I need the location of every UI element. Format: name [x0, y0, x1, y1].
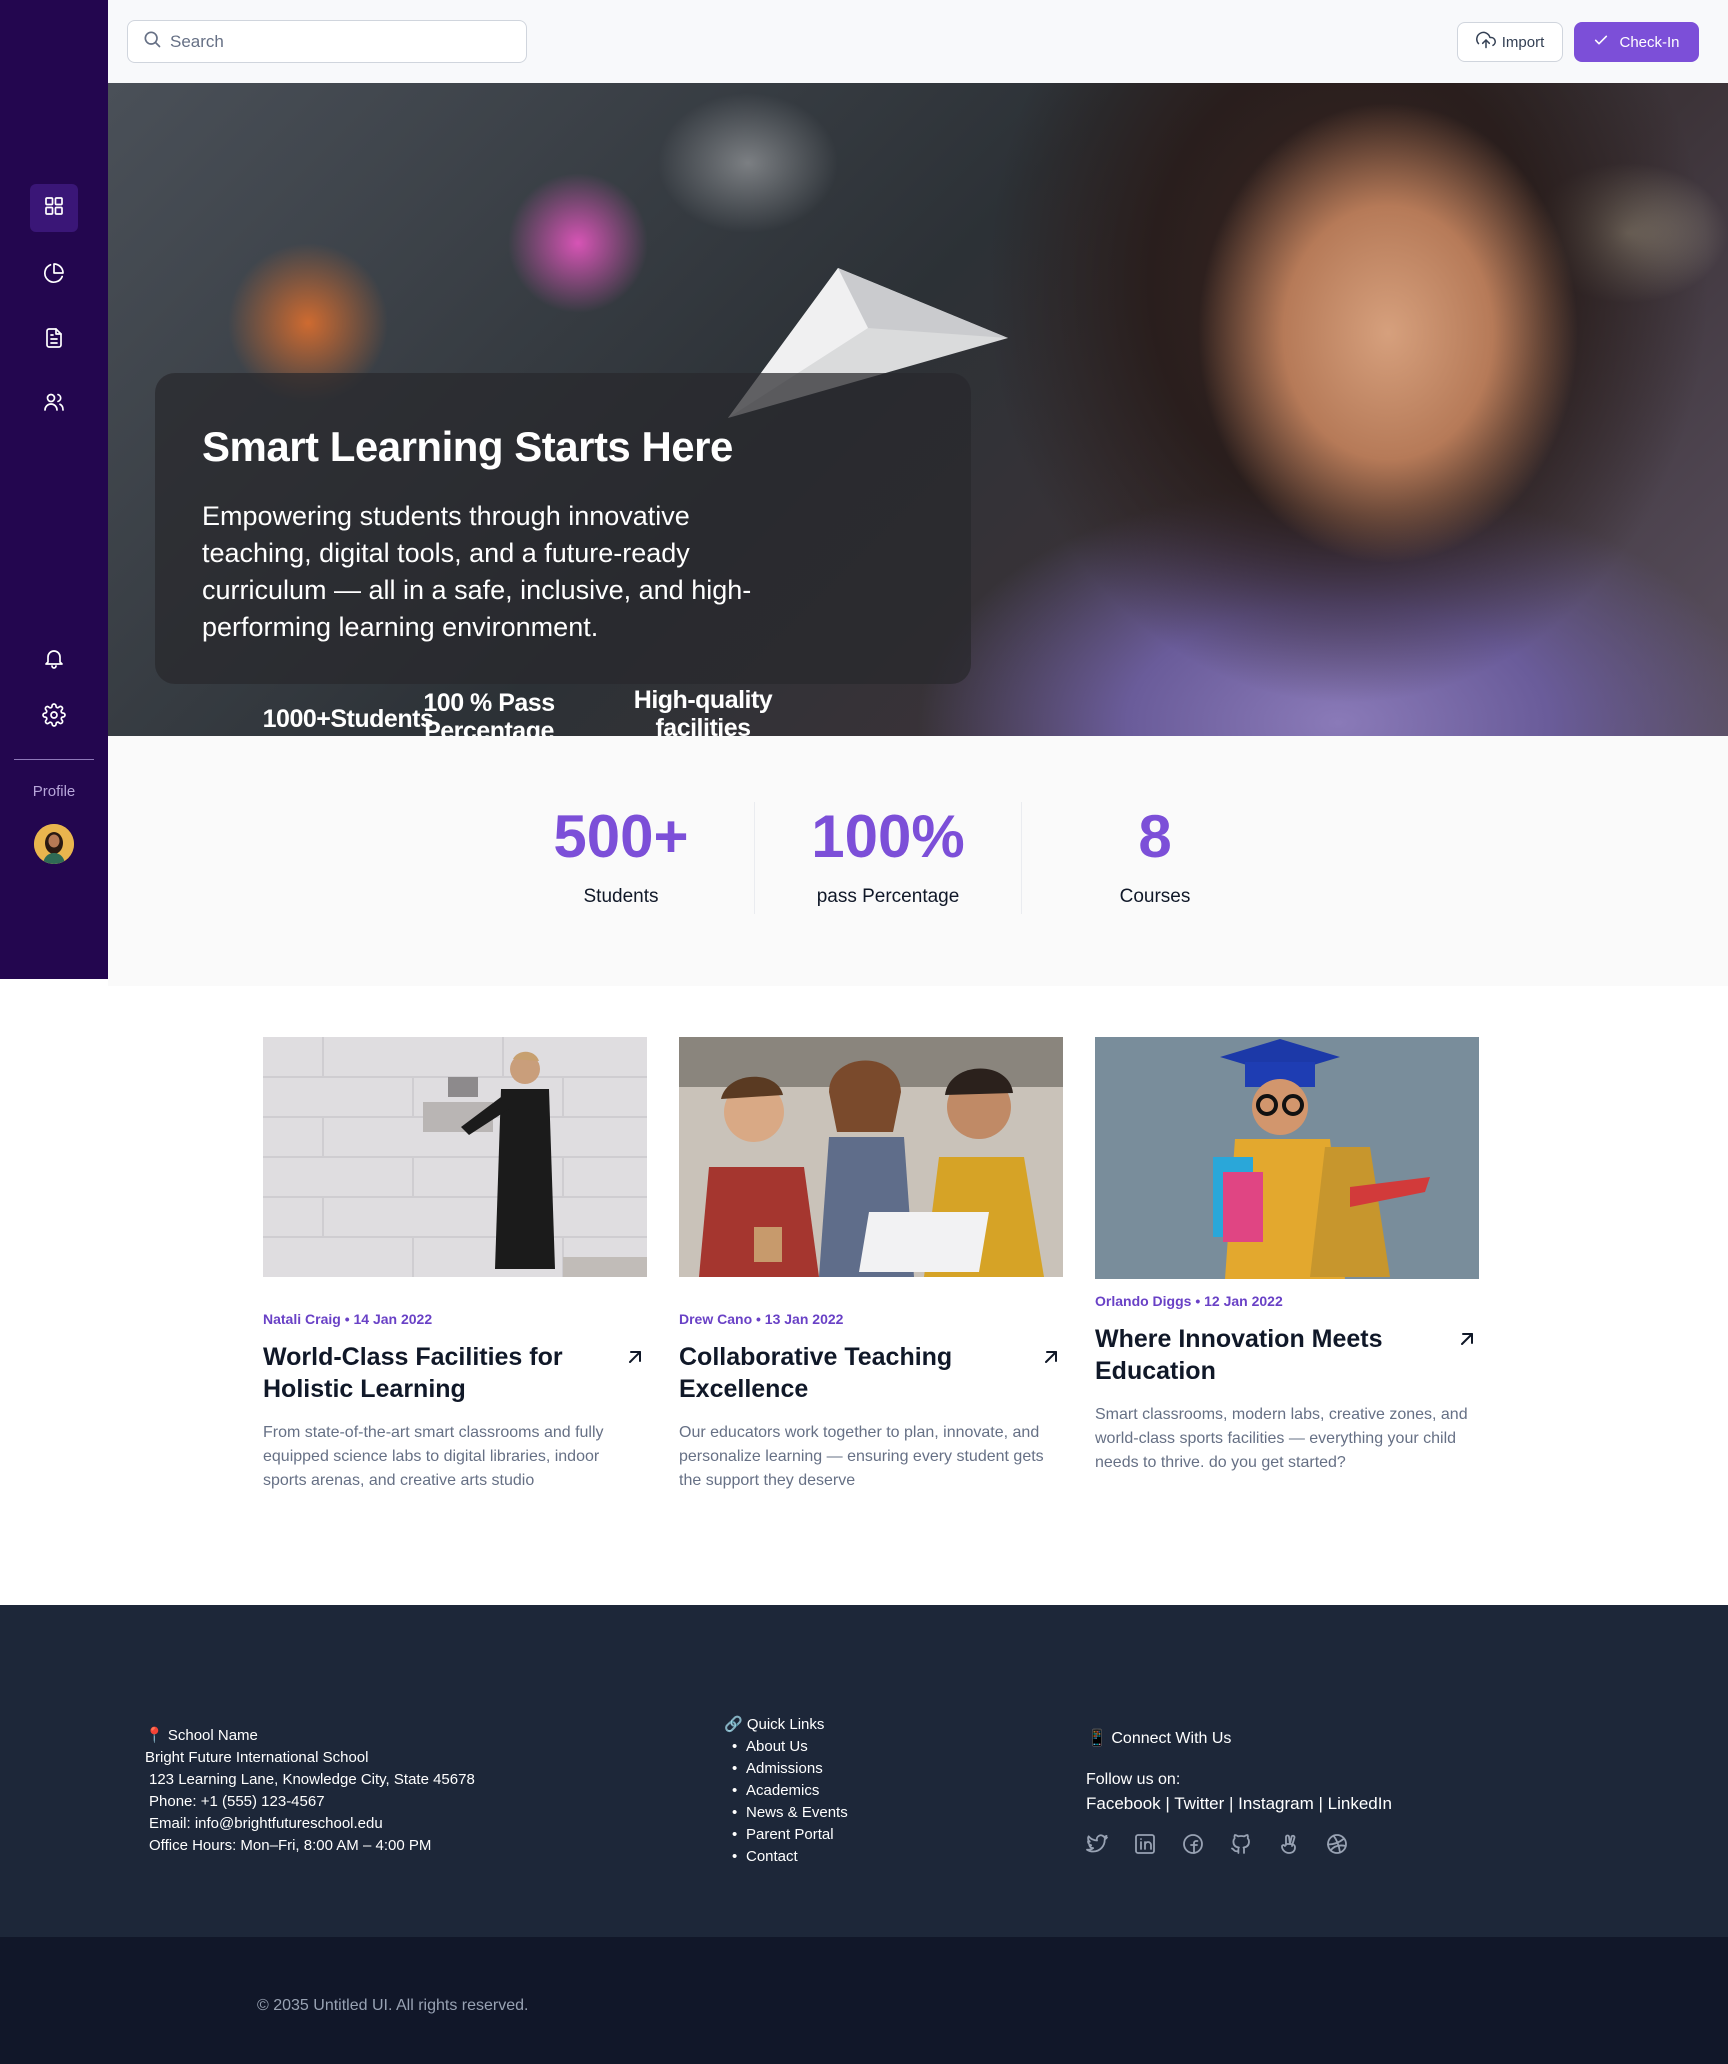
document-icon — [42, 326, 66, 355]
hero-stat-pass: 100 % Pass Percentage — [423, 689, 555, 736]
angellist-icon[interactable] — [1277, 1832, 1301, 1856]
school-hours: Office Hours: Mon–Fri, 8:00 AM – 4:00 PM — [149, 1837, 432, 1854]
hero-card: Smart Learning Starts Here Empowering st… — [155, 373, 971, 684]
search-icon — [142, 29, 162, 54]
copyright-text: © 2035 Untitled UI. All rights reserved. — [257, 1997, 529, 2014]
card-description: Our educators work together to plan, inn… — [679, 1424, 1044, 1489]
facebook-icon[interactable] — [1181, 1832, 1205, 1856]
twitter-icon[interactable] — [1085, 1832, 1109, 1856]
school-heading: 📍 School Name — [145, 1727, 258, 1744]
sidebar: Profile — [0, 0, 108, 979]
github-icon[interactable] — [1229, 1832, 1253, 1856]
nav-reports[interactable] — [30, 251, 78, 299]
pie-chart-icon — [42, 261, 66, 290]
footer-school-info: 📍 School Name Bright Future Internationa… — [145, 1725, 475, 1857]
avatar[interactable] — [34, 824, 74, 864]
nav-users[interactable] — [30, 380, 78, 428]
hero-banner: Smart Learning Starts Here Empowering st… — [108, 83, 1728, 736]
hero-stat-students: 1000+Students — [262, 705, 434, 733]
card-title: Collaborative Teaching Excellence — [679, 1343, 953, 1403]
card-image-teaching — [679, 1037, 1063, 1277]
link-admissions[interactable]: Admissions — [746, 1760, 823, 1777]
sidebar-divider — [14, 759, 94, 760]
blog-card[interactable]: Drew Cano • 13 Jan 2022 Collaborative Te… — [679, 1037, 1063, 1493]
linkedin-icon[interactable] — [1133, 1832, 1157, 1856]
footer: 📍 School Name Bright Future Internationa… — [0, 1605, 1728, 1937]
school-address: 123 Learning Lane, Knowledge City, State… — [149, 1771, 475, 1788]
link-contact[interactable]: Contact — [746, 1848, 798, 1865]
arrow-up-right-icon[interactable] — [1455, 1327, 1479, 1351]
link-twitter[interactable]: Twitter — [1174, 1794, 1224, 1813]
card-meta: Drew Cano • 13 Jan 2022 — [679, 1311, 844, 1327]
nav-documents[interactable] — [30, 316, 78, 364]
stat-courses: 8 Courses — [1022, 802, 1288, 908]
stat-value: 500+ — [553, 803, 689, 870]
school-email: Email: info@brightfutureschool.edu — [149, 1815, 383, 1832]
stat-value: 8 — [1138, 803, 1172, 870]
blog-card[interactable]: Orlando Diggs • 12 Jan 2022 Where Innova… — [1095, 1037, 1479, 1475]
link-news-events[interactable]: News & Events — [746, 1804, 848, 1821]
card-title: World-Class Facilities for Holistic Lear… — [263, 1343, 563, 1403]
check-in-label: Check-In — [1619, 33, 1680, 51]
link-linkedin[interactable]: LinkedIn — [1328, 1794, 1392, 1813]
nav-notifications[interactable] — [30, 636, 78, 684]
footer-follow: Follow us on: Facebook | Twitter | Insta… — [1086, 1768, 1392, 1816]
connect-heading: 📱 Connect With Us — [1087, 1730, 1232, 1747]
blog-card[interactable]: Natali Craig • 14 Jan 2022 World-Class F… — [263, 1037, 647, 1493]
bell-icon — [42, 646, 66, 675]
school-phone: Phone: +1 (555) 123-4567 — [149, 1793, 325, 1810]
import-button[interactable]: Import — [1457, 22, 1563, 62]
school-name: Bright Future International School — [145, 1749, 369, 1766]
stats-section: 500+ Students 100% pass Percentage 8 Cou… — [108, 736, 1728, 986]
footer-quick-links: 🔗 Quick Links About Us Admissions Academ… — [724, 1714, 848, 1868]
dribbble-icon[interactable] — [1325, 1832, 1349, 1856]
search-input[interactable] — [170, 31, 510, 52]
settings-icon — [42, 702, 66, 732]
top-bar: Import Check-In — [108, 0, 1728, 83]
arrow-up-right-icon[interactable] — [623, 1345, 647, 1369]
card-description: Smart classrooms, modern labs, creative … — [1095, 1406, 1468, 1471]
profile-label: Profile — [32, 783, 76, 800]
link-parent-portal[interactable]: Parent Portal — [746, 1826, 834, 1843]
card-image-facilities — [263, 1037, 647, 1277]
link-instagram[interactable]: Instagram — [1238, 1794, 1314, 1813]
nav-dashboard[interactable] — [30, 184, 78, 232]
card-meta: Natali Craig • 14 Jan 2022 — [263, 1311, 433, 1327]
link-academics[interactable]: Academics — [746, 1782, 819, 1799]
footer-connect: 📱 Connect With Us — [1087, 1728, 1231, 1750]
stat-label: pass Percentage — [816, 886, 960, 907]
follow-label: Follow us on: — [1086, 1771, 1181, 1788]
hero-title: Smart Learning Starts Here — [202, 423, 733, 470]
stat-label: Courses — [1119, 886, 1191, 907]
social-icons — [1085, 1832, 1349, 1856]
link-facebook[interactable]: Facebook — [1086, 1794, 1161, 1813]
check-in-button[interactable]: Check-In — [1574, 22, 1699, 62]
quick-links-heading: 🔗 Quick Links — [724, 1716, 825, 1733]
stat-students: 500+ Students — [488, 802, 754, 908]
stat-pass-percentage: 100% pass Percentage — [755, 802, 1021, 908]
link-about-us[interactable]: About Us — [746, 1738, 808, 1755]
copyright-bar: © 2035 Untitled UI. All rights reserved. — [0, 1937, 1728, 2064]
import-label: Import — [1501, 33, 1545, 51]
users-icon — [42, 390, 66, 419]
nav-settings[interactable] — [30, 693, 78, 741]
card-image-innovation — [1095, 1037, 1479, 1279]
grid-icon — [42, 194, 66, 223]
card-meta: Orlando Diggs • 12 Jan 2022 — [1095, 1293, 1283, 1309]
arrow-up-right-icon[interactable] — [1039, 1345, 1063, 1369]
card-title: Where Innovation Meets Education — [1095, 1325, 1383, 1385]
stat-value: 100% — [811, 803, 965, 870]
card-description: From state-of-the-art smart classrooms a… — [263, 1424, 604, 1489]
cloud-upload-icon — [1475, 30, 1496, 54]
check-icon — [1593, 32, 1609, 52]
hero-stat-facilities: High-quality facilities — [633, 686, 773, 736]
stat-label: Students — [583, 886, 659, 907]
search-box[interactable] — [127, 20, 527, 63]
hero-description: Empowering students through innovative t… — [202, 501, 752, 642]
